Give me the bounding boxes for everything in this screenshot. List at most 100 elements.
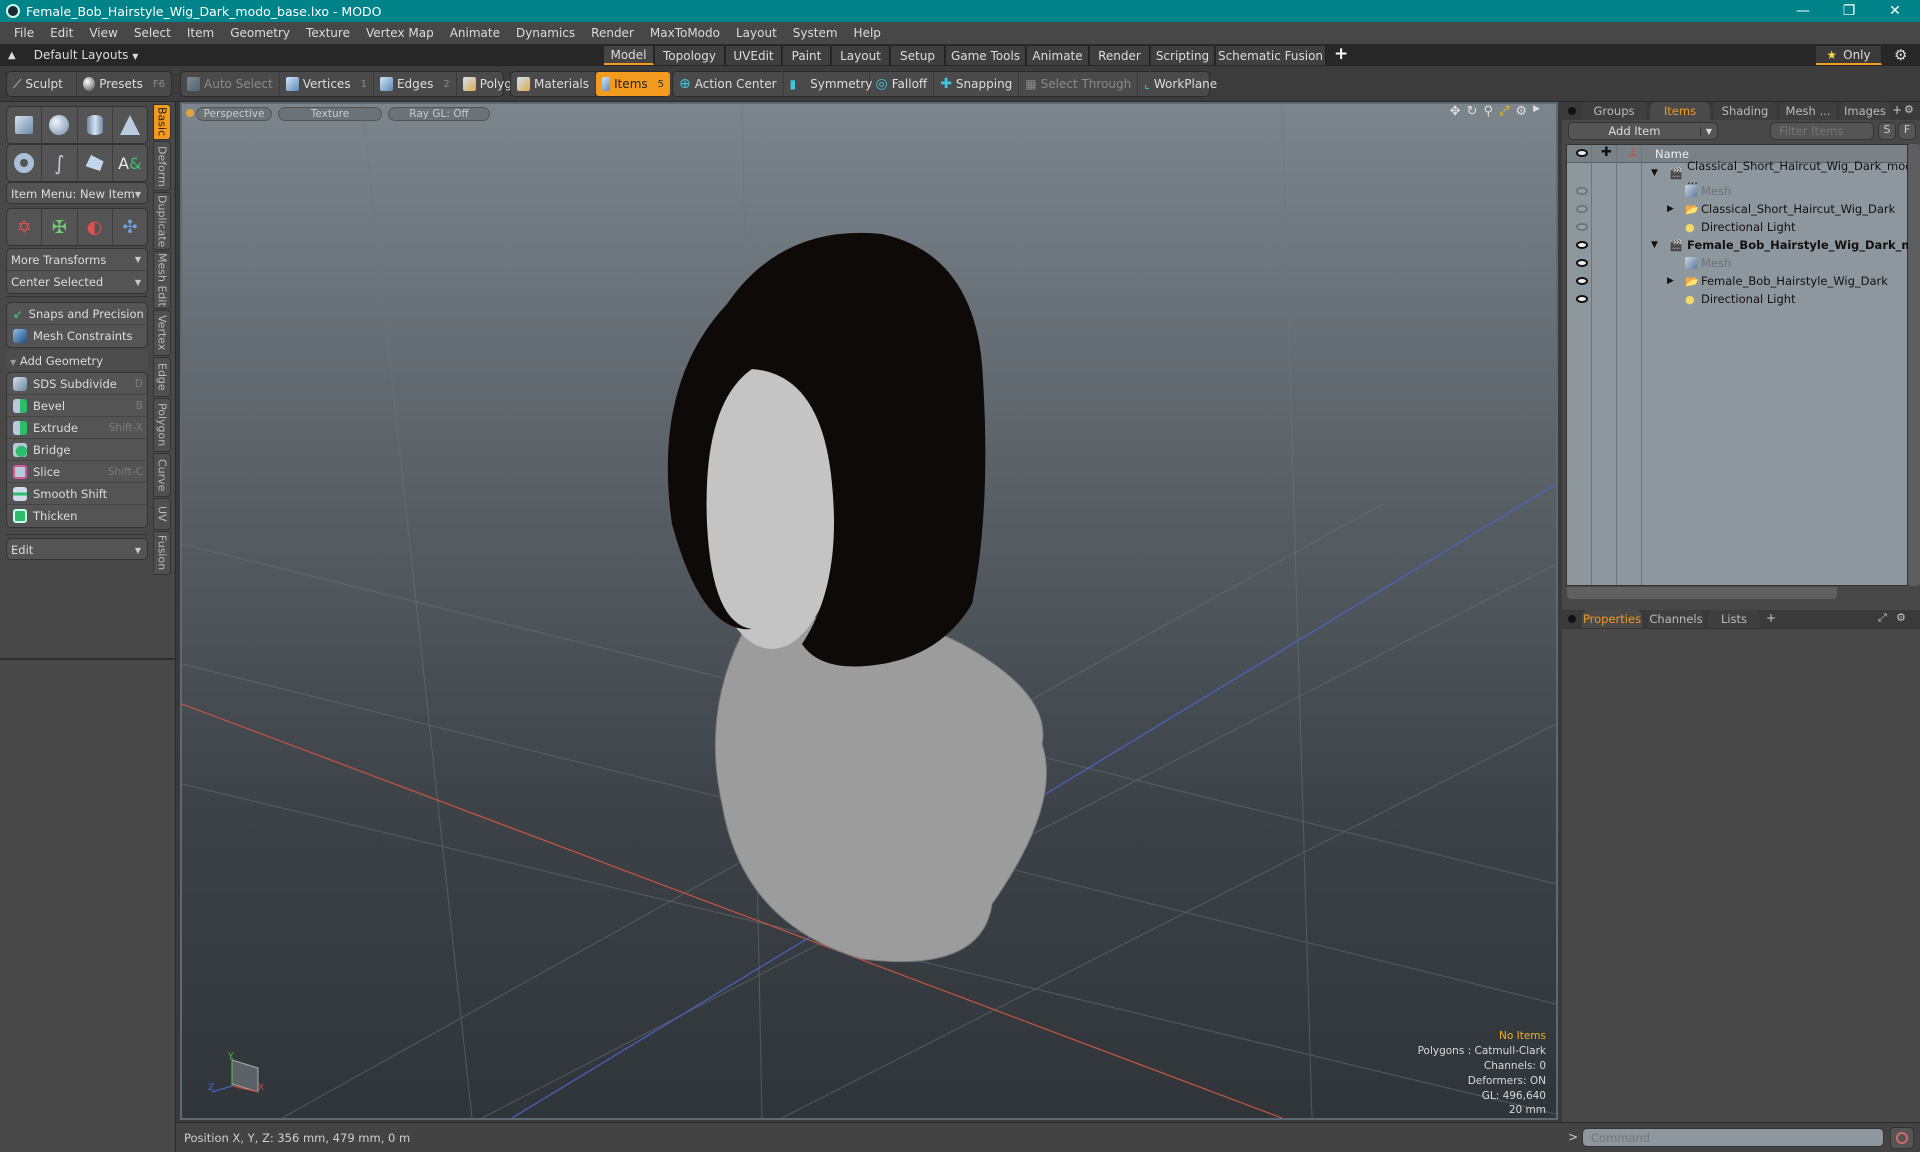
expand-triangle-icon[interactable]: ▼ xyxy=(1651,240,1658,250)
tab-shading[interactable]: Shading xyxy=(1714,102,1776,120)
expand-arrow-icon[interactable]: ▶ xyxy=(1533,104,1540,119)
panel-splitter[interactable] xyxy=(0,658,176,660)
vtab-deform[interactable]: Deform xyxy=(153,141,171,191)
tab-uvedit[interactable]: UVEdit xyxy=(726,46,782,65)
restore-button[interactable]: ❐ xyxy=(1826,0,1872,22)
viewport-settings-icon[interactable]: ⚙ xyxy=(1515,104,1527,119)
layouts-dropdown[interactable]: Default Layouts ▼ xyxy=(34,48,139,62)
sds-subdivide-button[interactable]: SDS Subdivide D xyxy=(7,373,147,395)
scale-tool-icon[interactable]: ◐ xyxy=(78,209,113,245)
scene-item-female-bob[interactable]: ▼ 🎬 Female_Bob_Hairstyle_Wig_Dark_m... xyxy=(1567,236,1920,254)
sculpt-button[interactable]: ⟋ Sculpt xyxy=(7,72,78,96)
bevel-button[interactable]: Bevel B xyxy=(7,395,147,417)
list-item-mesh[interactable]: Mesh xyxy=(1567,254,1909,272)
move-tool-icon[interactable]: ✡ xyxy=(7,209,43,245)
thicken-button[interactable]: Thicken xyxy=(7,505,147,527)
snapping-button[interactable]: ✚ Snapping xyxy=(934,72,1020,96)
rotate-tool-icon[interactable]: ✠ xyxy=(42,209,78,245)
cylinder-primitive-icon[interactable] xyxy=(78,107,113,143)
panel-options-dot[interactable] xyxy=(1568,615,1576,623)
symmetry-button[interactable]: ▮ Symmetry xyxy=(784,72,872,96)
close-button[interactable]: ✕ xyxy=(1872,0,1918,22)
maximize-icon[interactable]: ⤢ xyxy=(1499,104,1509,119)
menu-animate[interactable]: Animate xyxy=(442,26,508,40)
f-filter-button[interactable]: F xyxy=(1898,122,1916,140)
action-center-button[interactable]: ⊕ Action Center xyxy=(673,72,784,96)
expand-triangle-icon[interactable]: ▼ xyxy=(1651,168,1658,178)
menu-edit[interactable]: Edit xyxy=(42,26,81,40)
items-button[interactable]: Items 5 xyxy=(596,72,671,96)
tab-properties[interactable]: Properties xyxy=(1582,610,1642,628)
menu-dynamics[interactable]: Dynamics xyxy=(508,26,583,40)
vtab-basic[interactable]: Basic xyxy=(153,104,171,140)
tab-game-tools[interactable]: Game Tools xyxy=(946,46,1026,65)
vtab-uv[interactable]: UV xyxy=(153,498,171,530)
tab-render[interactable]: Render xyxy=(1090,46,1150,65)
visibility-eye-icon[interactable] xyxy=(1576,277,1588,285)
vertices-button[interactable]: Vertices 1 xyxy=(280,72,374,96)
panel-gear-icon[interactable]: ⚙ xyxy=(1904,103,1914,116)
visibility-eye-icon[interactable] xyxy=(1576,241,1588,249)
cube-primitive-icon[interactable] xyxy=(7,107,43,143)
sphere-primitive-icon[interactable] xyxy=(42,107,78,143)
center-selected-dropdown[interactable]: Center Selected ▼ xyxy=(7,271,147,293)
list-item-light[interactable]: ● Directional Light xyxy=(1567,290,1909,308)
visibility-eye-icon[interactable] xyxy=(1576,295,1588,303)
3d-viewport[interactable]: Perspective Texture Ray GL: Off ✥ ↻ ⚲ ⤢ … xyxy=(180,102,1558,1120)
only-toggle[interactable]: ★ Only xyxy=(1816,46,1882,65)
vtab-mesh-edit[interactable]: Mesh Edit xyxy=(153,251,171,309)
list-item-light[interactable]: ● Directional Light xyxy=(1567,218,1909,236)
extrude-button[interactable]: Extrude Shift-X xyxy=(7,417,147,439)
smooth-shift-button[interactable]: Smooth Shift xyxy=(7,483,147,505)
vtab-duplicate[interactable]: Duplicate xyxy=(153,192,171,250)
menu-select[interactable]: Select xyxy=(126,26,179,40)
snaps-precision-button[interactable]: ↙ Snaps and Precision xyxy=(7,303,147,325)
mesh-constraints-button[interactable]: Mesh Constraints xyxy=(7,325,147,347)
materials-button[interactable]: Materials xyxy=(511,72,597,96)
horizontal-scrollbar[interactable] xyxy=(1567,587,1837,599)
minimize-button[interactable]: — xyxy=(1780,0,1826,22)
visibility-column-eye-icon[interactable] xyxy=(1576,149,1588,157)
maximize-panel-icon[interactable]: ⤢ xyxy=(1878,611,1887,625)
panel-gear-icon[interactable]: ⚙ xyxy=(1896,611,1906,624)
menu-render[interactable]: Render xyxy=(583,26,642,40)
bridge-button[interactable]: Bridge xyxy=(7,439,147,461)
tab-animate[interactable]: Animate xyxy=(1027,46,1089,65)
presets-button[interactable]: Presets F6 xyxy=(77,72,171,96)
visibility-eye-icon[interactable] xyxy=(1576,259,1588,267)
raygl-tab[interactable]: Ray GL: Off xyxy=(388,107,490,121)
auto-select-button[interactable]: Auto Select xyxy=(181,72,280,96)
text-primitive-icon[interactable]: A & xyxy=(113,145,147,181)
expand-triangle-icon[interactable]: ▶ xyxy=(1667,276,1674,286)
edit-dropdown[interactable]: Edit ▼ xyxy=(6,538,148,560)
tab-setup[interactable]: Setup xyxy=(891,46,945,65)
filter-items-input[interactable] xyxy=(1770,122,1874,140)
menu-maxtomodo[interactable]: MaxToModo xyxy=(642,26,728,40)
add-layout-tab-button[interactable]: + xyxy=(1334,44,1348,64)
edges-button[interactable]: Edges 2 xyxy=(374,72,457,96)
name-column-header[interactable]: Name xyxy=(1655,147,1689,161)
tab-items[interactable]: Items xyxy=(1650,102,1710,120)
visibility-eye-icon[interactable] xyxy=(1576,205,1588,213)
menu-item[interactable]: Item xyxy=(179,26,222,40)
menu-help[interactable]: Help xyxy=(846,26,889,40)
add-tab-icon[interactable]: + xyxy=(1766,611,1776,625)
tab-topology[interactable]: Topology xyxy=(655,46,725,65)
add-tab-icon[interactable]: + xyxy=(1892,103,1902,117)
record-macro-button[interactable] xyxy=(1890,1127,1914,1149)
vtab-curve[interactable]: Curve xyxy=(153,453,171,497)
workplane-button[interactable]: ⌞ WorkPlane xyxy=(1138,72,1223,96)
tab-scripting[interactable]: Scripting xyxy=(1151,46,1215,65)
vtab-polygon[interactable]: Polygon xyxy=(153,398,171,452)
pan-icon[interactable]: ✥ xyxy=(1450,104,1461,119)
orbit-icon[interactable]: ↻ xyxy=(1467,104,1478,119)
s-filter-button[interactable]: S xyxy=(1878,122,1896,140)
select-through-button[interactable]: ▦ Select Through xyxy=(1019,72,1139,96)
add-geometry-header[interactable]: ▼ Add Geometry xyxy=(6,350,148,370)
visibility-eye-icon[interactable] xyxy=(1576,223,1588,231)
menu-layout[interactable]: Layout xyxy=(728,26,785,40)
menu-geometry[interactable]: Geometry xyxy=(222,26,298,40)
menu-system[interactable]: System xyxy=(785,26,846,40)
expand-triangle-icon[interactable]: ▶ xyxy=(1667,204,1674,214)
slice-button[interactable]: Slice Shift-C xyxy=(7,461,147,483)
